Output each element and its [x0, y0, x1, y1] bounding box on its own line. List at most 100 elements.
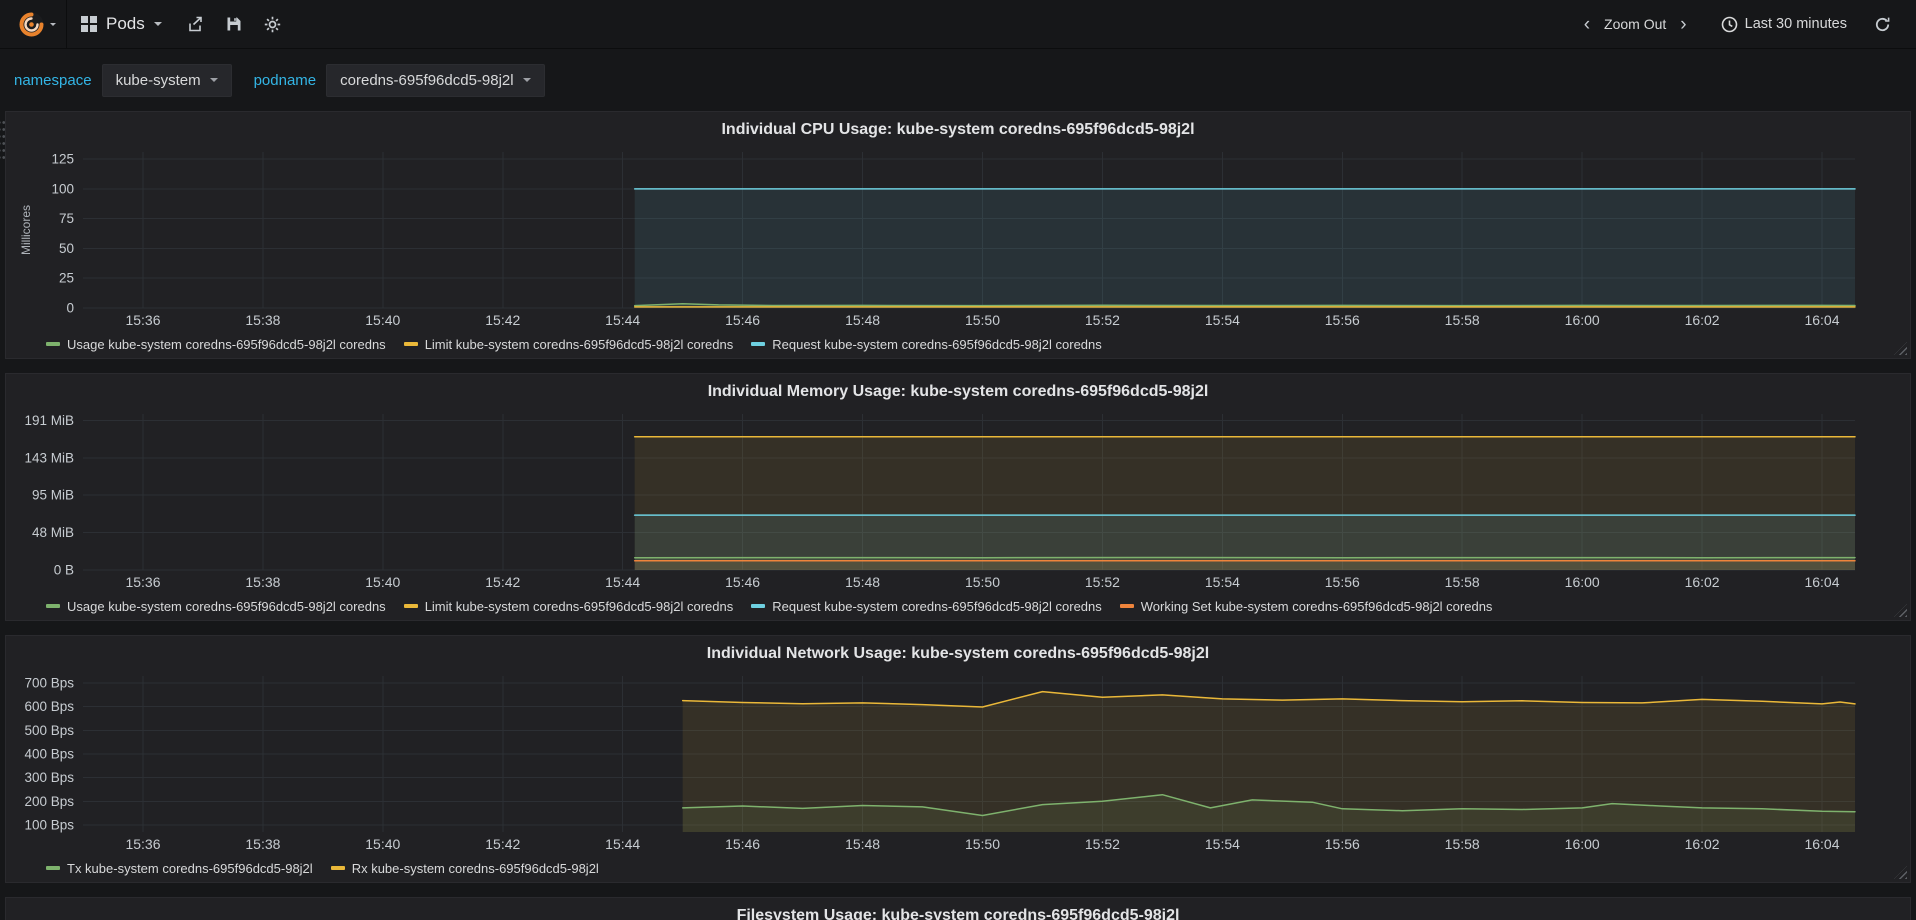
panel-filesystem: Filesystem Usage: kube-system coredns-69… [5, 897, 1911, 920]
time-range-label: Last 30 minutes [1744, 16, 1847, 32]
chart-svg: 15:36 15:38 15:40 15:42 15:44 15:46 15:48 15:50… [24, 676, 1856, 852]
legend-swatch-icon [403, 342, 418, 346]
svg-text:25: 25 [59, 271, 74, 286]
svg-text:125: 125 [51, 152, 74, 167]
panel-title[interactable]: Individual Memory Usage: kube-system cor… [16, 380, 1900, 408]
dashboard-picker[interactable]: Pods [66, 0, 176, 48]
variable-namespace-dropdown[interactable]: kube-system [101, 63, 232, 97]
variable-namespace: namespace kube-system [14, 63, 232, 97]
legend-item[interactable]: Limit kube-system coredns-695f96dcd5-98j… [403, 599, 733, 614]
legend-swatch-icon [403, 604, 418, 608]
svg-text:Millicores: Millicores [19, 205, 33, 255]
svg-text:700 Bps: 700 Bps [24, 676, 74, 691]
save-button[interactable] [215, 0, 253, 48]
dashboard-caret-icon [153, 22, 162, 26]
svg-text:15:50: 15:50 [965, 836, 1000, 852]
legend-item[interactable]: Limit kube-system coredns-695f96dcd5-98j… [403, 337, 733, 352]
variable-podname-label: podname [253, 71, 317, 89]
dashboards-grid-icon [81, 16, 97, 32]
svg-text:15:56: 15:56 [1325, 312, 1360, 328]
dashboard-body: Individual CPU Usage: kube-system coredn… [0, 111, 1916, 920]
legend-swatch-icon [1119, 604, 1134, 608]
svg-text:48 MiB: 48 MiB [32, 525, 74, 540]
dashboard-title: Pods [106, 14, 145, 33]
time-range-picker[interactable]: Last 30 minutes [1709, 0, 1859, 48]
settings-button[interactable] [253, 0, 292, 48]
memory-legend: Usage kube-system coredns-695f96dcd5-98j… [16, 594, 1900, 618]
svg-text:15:44: 15:44 [605, 836, 640, 852]
svg-text:100: 100 [51, 181, 74, 196]
svg-text:15:36: 15:36 [125, 836, 160, 852]
legend-item[interactable]: Working Set kube-system coredns-695f96dc… [1119, 599, 1492, 614]
variable-podname: podname coredns-695f96dcd5-98j2l [253, 63, 545, 97]
network-usage-chart[interactable]: 15:36 15:38 15:40 15:42 15:44 15:46 15:48 15:50… [16, 670, 1900, 856]
svg-text:15:38: 15:38 [245, 574, 280, 590]
svg-text:16:02: 16:02 [1685, 574, 1720, 590]
svg-text:200 Bps: 200 Bps [24, 794, 74, 809]
memory-usage-chart[interactable]: 15:36 15:38 15:40 15:42 15:44 15:46 15:48 15:50… [16, 408, 1900, 594]
chart-svg: 15:36 15:38 15:40 15:42 15:44 15:46 15:48 15:50… [19, 152, 1856, 328]
svg-text:15:44: 15:44 [605, 312, 640, 328]
time-shift-back-button[interactable]: ‹ [1576, 0, 1598, 48]
svg-text:15:58: 15:58 [1445, 836, 1480, 852]
svg-text:15:54: 15:54 [1205, 836, 1240, 852]
svg-text:50: 50 [59, 241, 74, 256]
legend-swatch-icon [46, 604, 60, 608]
svg-text:16:04: 16:04 [1804, 312, 1839, 328]
legend-item[interactable]: Request kube-system coredns-695f96dcd5-9… [751, 599, 1102, 614]
legend-item[interactable]: Request kube-system coredns-695f96dcd5-9… [751, 337, 1102, 352]
legend-item[interactable]: Rx kube-system coredns-695f96dcd5-98j2l [330, 861, 599, 876]
svg-text:15:54: 15:54 [1205, 574, 1240, 590]
svg-text:16:00: 16:00 [1565, 836, 1600, 852]
svg-text:15:38: 15:38 [245, 836, 280, 852]
svg-text:15:40: 15:40 [365, 312, 400, 328]
variable-namespace-value: kube-system [115, 71, 201, 89]
legend-swatch-icon [46, 342, 60, 346]
svg-text:15:38: 15:38 [245, 312, 280, 328]
time-shift-forward-button[interactable]: › [1672, 0, 1694, 48]
svg-text:15:58: 15:58 [1445, 574, 1480, 590]
svg-text:100 Bps: 100 Bps [24, 817, 74, 832]
svg-text:15:56: 15:56 [1325, 836, 1360, 852]
grafana-logo-icon [18, 11, 45, 38]
svg-text:15:52: 15:52 [1085, 574, 1120, 590]
grafana-logo-menu[interactable] [8, 0, 66, 48]
svg-text:15:54: 15:54 [1205, 312, 1240, 328]
navbar: Pods ‹ Zoom Out › Last 30 minutes [0, 0, 1916, 49]
navbar-right: ‹ Zoom Out › Last 30 minutes [1576, 0, 1902, 48]
svg-text:15:46: 15:46 [725, 836, 760, 852]
svg-text:16:04: 16:04 [1804, 836, 1839, 852]
svg-text:16:00: 16:00 [1565, 574, 1600, 590]
svg-text:15:42: 15:42 [485, 574, 520, 590]
svg-text:16:04: 16:04 [1804, 574, 1839, 590]
svg-text:16:02: 16:02 [1685, 836, 1720, 852]
panel-title[interactable]: Individual Network Usage: kube-system co… [16, 642, 1900, 670]
svg-text:15:48: 15:48 [845, 574, 880, 590]
panel-memory: Individual Memory Usage: kube-system cor… [5, 373, 1911, 621]
chevron-right-icon: › [1680, 13, 1687, 35]
legend-item[interactable]: Usage kube-system coredns-695f96dcd5-98j… [46, 599, 386, 614]
refresh-button[interactable] [1863, 0, 1902, 48]
cpu-usage-chart[interactable]: 15:36 15:38 15:40 15:42 15:44 15:46 15:48 15:50… [16, 146, 1900, 332]
panel-title[interactable]: Individual CPU Usage: kube-system coredn… [16, 118, 1900, 146]
svg-text:500 Bps: 500 Bps [24, 723, 74, 738]
zoom-out-button[interactable]: Zoom Out [1602, 16, 1668, 32]
svg-text:15:46: 15:46 [725, 574, 760, 590]
svg-text:15:36: 15:36 [125, 574, 160, 590]
variable-podname-dropdown[interactable]: coredns-695f96dcd5-98j2l [326, 63, 545, 97]
svg-text:15:50: 15:50 [965, 574, 1000, 590]
share-button[interactable] [176, 0, 215, 48]
chevron-down-icon [209, 78, 218, 82]
panel-cpu: Individual CPU Usage: kube-system coredn… [5, 111, 1911, 359]
svg-text:15:58: 15:58 [1445, 312, 1480, 328]
svg-text:300 Bps: 300 Bps [24, 770, 74, 785]
legend-item[interactable]: Tx kube-system coredns-695f96dcd5-98j2l [46, 861, 313, 876]
legend-item[interactable]: Usage kube-system coredns-695f96dcd5-98j… [46, 337, 386, 352]
svg-text:15:50: 15:50 [965, 312, 1000, 328]
svg-text:15:42: 15:42 [485, 312, 520, 328]
cpu-legend: Usage kube-system coredns-695f96dcd5-98j… [16, 332, 1900, 356]
svg-text:15:46: 15:46 [725, 312, 760, 328]
chevron-left-icon: ‹ [1583, 13, 1591, 35]
svg-text:0 B: 0 B [54, 563, 74, 578]
panel-title[interactable]: Filesystem Usage: kube-system coredns-69… [16, 904, 1900, 920]
